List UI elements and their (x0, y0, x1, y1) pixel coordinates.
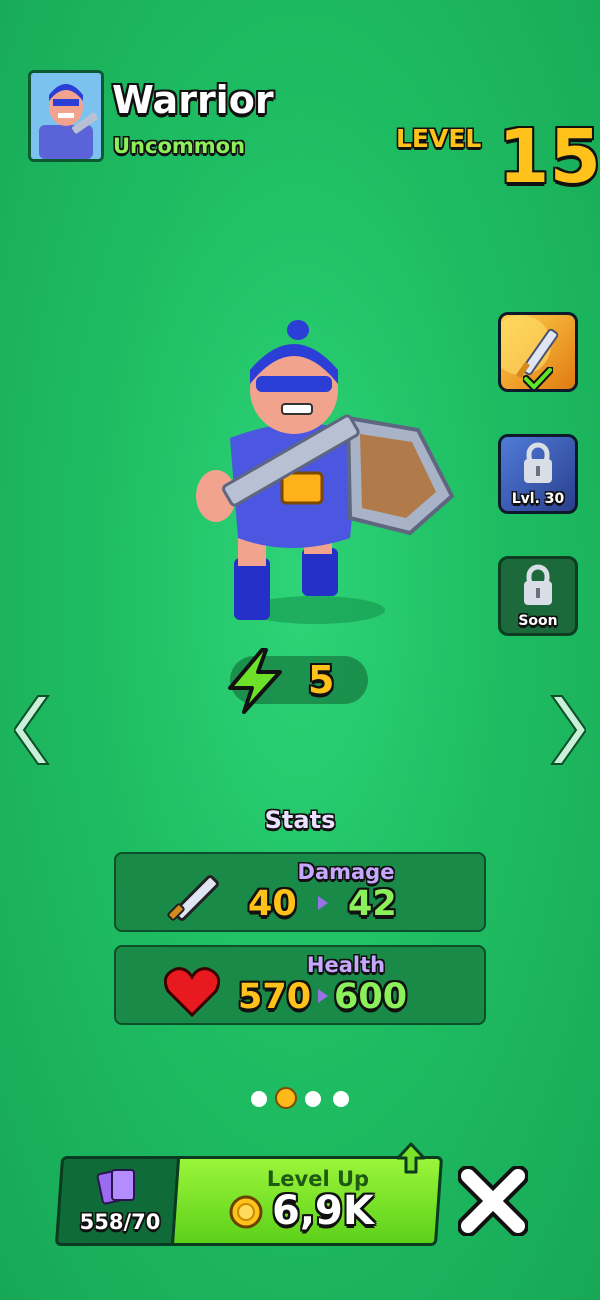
health-next: 600 (334, 977, 408, 1017)
level-up-cost: 6,9K (272, 1188, 374, 1234)
warrior-avatar-icon (31, 73, 101, 159)
skill-card-locked[interactable]: Lvl. 30 (498, 434, 578, 514)
health-label: Health (306, 953, 386, 977)
lock-icon (524, 442, 552, 483)
page-dot-3[interactable] (305, 1091, 321, 1107)
previous-hero-arrow[interactable] (14, 692, 54, 768)
health-current: 570 (238, 977, 312, 1017)
next-hero-arrow[interactable] (546, 692, 586, 768)
cards-icon (96, 1169, 135, 1205)
damage-stat: Damage 40 42 (114, 852, 486, 932)
checkmark-icon (523, 367, 553, 389)
skill-card-soon[interactable]: Soon (498, 556, 578, 636)
health-arrow-icon (318, 989, 328, 1003)
close-icon[interactable] (458, 1166, 528, 1236)
warrior-character (196, 320, 455, 624)
lock-icon (524, 564, 552, 605)
lightning-icon (228, 648, 282, 714)
level-value: 15 (498, 114, 600, 200)
stats-title: Stats (264, 806, 336, 834)
page-dot-4[interactable] (333, 1091, 349, 1107)
page-dot-2-active[interactable] (275, 1087, 297, 1109)
sword-icon (167, 875, 219, 921)
skill-caption-2: Lvl. 30 (511, 491, 565, 507)
skill-card-sword[interactable] (498, 312, 578, 392)
hero-portrait (28, 70, 104, 162)
hero-rarity: Uncommon (113, 134, 246, 158)
cards-count: 558/70 (79, 1210, 161, 1234)
power-value: 5 (308, 658, 335, 702)
health-stat: Health 570 600 (114, 945, 486, 1025)
page-dot-1[interactable] (251, 1091, 267, 1107)
damage-current: 40 (248, 884, 297, 924)
damage-label: Damage (297, 860, 395, 884)
damage-next: 42 (348, 884, 397, 924)
level-label: LEVEL (396, 124, 482, 153)
heart-icon (164, 967, 220, 1017)
skill-caption-3: Soon (518, 613, 558, 629)
hero-name: Warrior (112, 78, 274, 122)
coin-icon (229, 1195, 263, 1229)
damage-arrow-icon (318, 896, 328, 910)
